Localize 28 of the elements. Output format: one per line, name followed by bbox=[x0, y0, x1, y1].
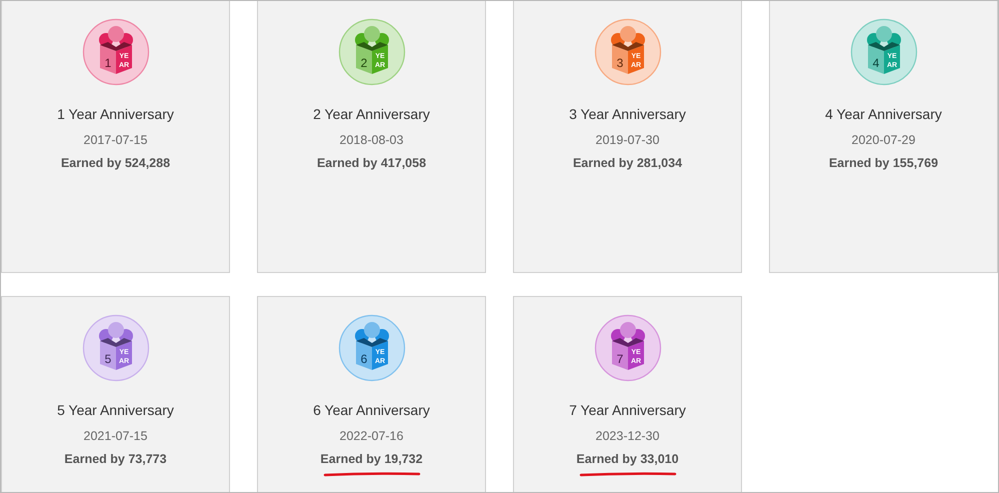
badge-number: 6 bbox=[360, 352, 367, 366]
earned-count: Earned by 155,769 bbox=[828, 154, 938, 172]
earned-count: Earned by 19,732 bbox=[320, 450, 423, 468]
earned-count: Earned by 417,058 bbox=[316, 154, 426, 172]
earned-date: 2018-08-03 bbox=[340, 132, 404, 149]
badge-title: 6 Year Anniversary bbox=[313, 401, 430, 420]
earned-date: 2020-07-29 bbox=[852, 132, 916, 149]
earned-count: Earned by 33,010 bbox=[576, 450, 679, 468]
badge-number: 2 bbox=[360, 56, 367, 70]
earned-count: Earned by 281,034 bbox=[572, 154, 682, 172]
earned-date: 2017-07-15 bbox=[84, 132, 148, 149]
badge-number: 7 bbox=[616, 352, 623, 366]
earned-date: 2021-07-15 bbox=[84, 428, 148, 445]
badge-number: 4 bbox=[872, 56, 879, 70]
earned-count: Earned by 524,288 bbox=[60, 154, 170, 172]
badge-number: 5 bbox=[104, 352, 111, 366]
earned-date: 2022-07-16 bbox=[340, 428, 404, 445]
earned-date: 2019-07-30 bbox=[596, 132, 660, 149]
badge-number: 1 bbox=[104, 56, 111, 70]
badge-title: 5 Year Anniversary bbox=[57, 401, 174, 420]
earned-count: Earned by 73,773 bbox=[64, 450, 167, 468]
badge-title: 7 Year Anniversary bbox=[569, 401, 686, 420]
badge-title: 1 Year Anniversary bbox=[57, 105, 174, 124]
badge-title: 2 Year Anniversary bbox=[313, 105, 430, 124]
badge-title: 4 Year Anniversary bbox=[825, 105, 942, 124]
badge-title: 3 Year Anniversary bbox=[569, 105, 686, 124]
badge-number: 3 bbox=[616, 56, 623, 70]
earned-date: 2023-12-30 bbox=[596, 428, 660, 445]
